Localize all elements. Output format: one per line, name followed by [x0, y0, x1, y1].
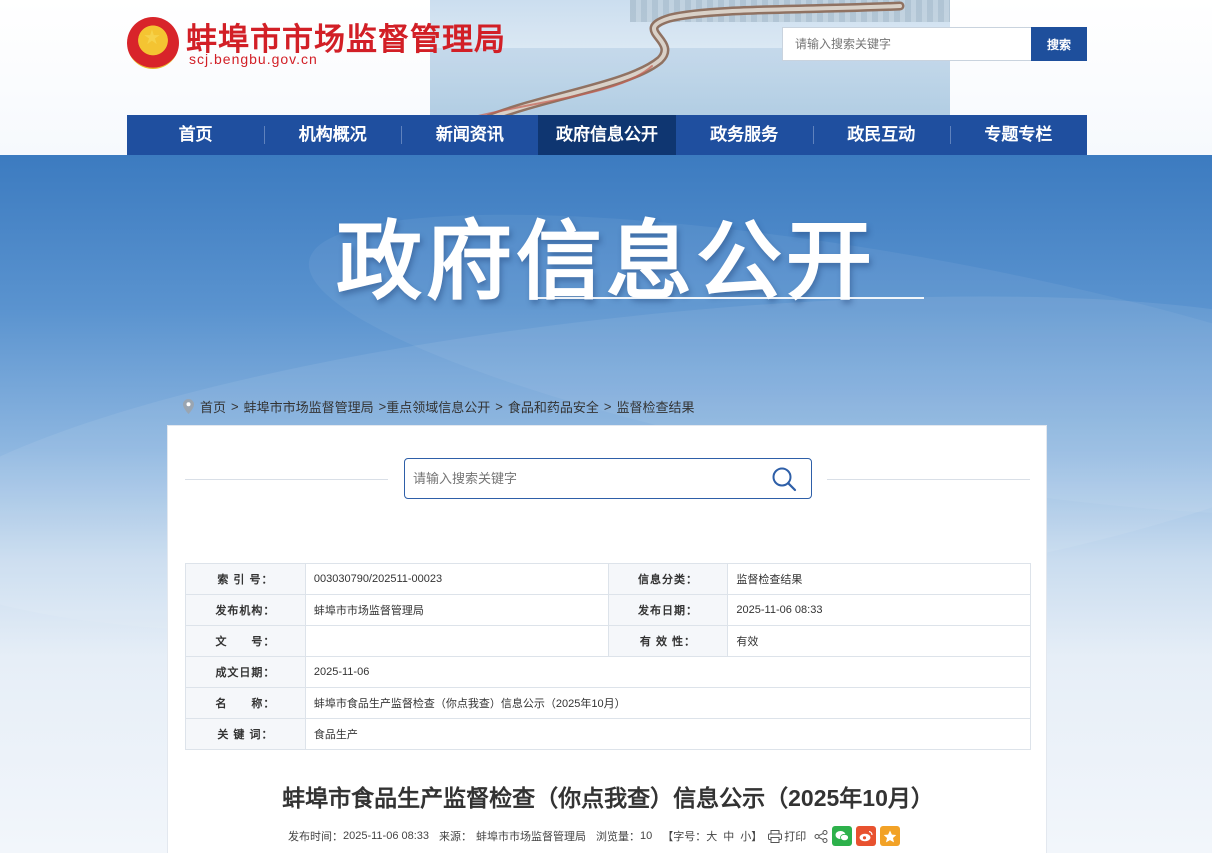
- meta-label-name: 名 称：: [185, 687, 306, 719]
- breadcrumb-item-inspection[interactable]: 监督检查结果: [616, 397, 694, 416]
- meta-label-publisher: 发布机构：: [185, 594, 306, 626]
- table-row: 发布机构： 蚌埠市市场监督管理局 发布日期： 2025-11-06 08:33: [185, 594, 1031, 626]
- meta-value-publisher: 蚌埠市市场监督管理局: [304, 594, 609, 626]
- meta-label-index: 索 引 号：: [185, 563, 306, 595]
- meta-value-validity: 有效: [727, 625, 1031, 657]
- nav-item-topics[interactable]: 专题专栏: [949, 115, 1087, 155]
- breadcrumb: 首页 > 蚌埠市市场监督管理局 > 重点领域信息公开 > 食品和药品安全 > 监…: [183, 397, 694, 416]
- header-search: 搜索: [782, 27, 1087, 61]
- print-icon[interactable]: [768, 829, 783, 843]
- national-emblem-icon: ★: [127, 17, 179, 69]
- nav-item-gov-info[interactable]: 政府信息公开: [538, 115, 676, 155]
- nav-item-services[interactable]: 政务服务: [676, 115, 813, 155]
- views-value: 10: [640, 830, 653, 842]
- nav-item-home[interactable]: 首页: [127, 115, 264, 155]
- breadcrumb-separator: >: [603, 399, 612, 414]
- meta-label-written-date: 成文日期：: [185, 656, 306, 688]
- meta-value-index: 003030790/202511-00023: [304, 563, 609, 595]
- nav-item-interaction[interactable]: 政民互动: [812, 115, 950, 155]
- font-size-large-button[interactable]: 大: [706, 828, 717, 844]
- breadcrumb-item-food-drug[interactable]: 食品和药品安全: [508, 397, 599, 416]
- views-label: 浏览量：: [596, 831, 641, 843]
- nav-item-news[interactable]: 新闻资讯: [401, 115, 538, 155]
- table-row: 关 键 词： 食品生产: [185, 718, 1032, 750]
- font-size-medium-button[interactable]: 中: [723, 828, 734, 844]
- content-search-input[interactable]: [413, 459, 753, 498]
- content-search-row: [168, 458, 1048, 500]
- meta-value-category: 监督检查结果: [727, 563, 1031, 595]
- wechat-share-icon[interactable]: [832, 826, 853, 846]
- publish-time-label: 发布时间：: [288, 831, 343, 843]
- source-value: 蚌埠市市场监督管理局: [476, 831, 587, 843]
- banner-underline: [534, 297, 924, 299]
- breadcrumb-separator: >: [495, 399, 503, 414]
- breadcrumb-separator: >: [378, 399, 387, 414]
- nav-item-organization[interactable]: 机构概况: [264, 115, 401, 155]
- table-row: 索 引 号： 003030790/202511-00023 信息分类： 监督检查…: [185, 563, 1031, 595]
- meta-value-doc-no: [304, 625, 609, 657]
- main-nav: 首页 机构概况 新闻资讯 政府信息公开 政务服务 政民互动 专题专栏: [127, 115, 1087, 155]
- font-size-prefix: 【字号：: [662, 831, 707, 843]
- info-meta-table: 索 引 号： 003030790/202511-00023 信息分类： 监督检查…: [185, 563, 1032, 750]
- meta-value-name: 蚌埠市食品生产监督检查（你点我查）信息公示（2025年10月）: [304, 687, 1032, 719]
- article-title: 蚌埠市食品生产监督检查（你点我查）信息公示（2025年10月）: [282, 785, 934, 811]
- content-search-box: [404, 458, 812, 499]
- meta-label-category: 信息分类：: [607, 563, 729, 595]
- meta-label-validity: 有 效 性：: [607, 625, 729, 657]
- publish-time-value: 2025-11-06 08:33: [343, 830, 430, 842]
- meta-label-keywords: 关 键 词：: [185, 718, 306, 750]
- header-search-input[interactable]: [782, 27, 1031, 61]
- search-icon[interactable]: [771, 466, 797, 492]
- meta-label-doc-no: 文 号：: [185, 625, 306, 657]
- table-row: 成文日期： 2025-11-06: [185, 656, 1032, 688]
- table-row: 名 称： 蚌埠市食品生产监督检查（你点我查）信息公示（2025年10月）: [185, 687, 1032, 719]
- weibo-share-icon[interactable]: [856, 826, 877, 846]
- divider-line: [827, 479, 1030, 480]
- content-panel: 索 引 号： 003030790/202511-00023 信息分类： 监督检查…: [167, 425, 1047, 853]
- divider-line: [185, 479, 388, 480]
- breadcrumb-item-key-areas[interactable]: 重点领域信息公开: [386, 397, 490, 416]
- share-icon[interactable]: [814, 829, 828, 843]
- font-size-suffix: 】: [751, 831, 763, 843]
- site-domain: scj.bengbu.gov.cn: [189, 51, 318, 67]
- breadcrumb-item-home[interactable]: 首页: [200, 397, 226, 416]
- site-header: ★ 蚌埠市市场监督管理局 scj.bengbu.gov.cn 搜索 首页 机构概…: [0, 0, 1212, 155]
- header-search-button[interactable]: 搜索: [1031, 27, 1087, 61]
- source-label: 来源：: [439, 831, 473, 843]
- font-size-small-button[interactable]: 小: [740, 828, 751, 844]
- meta-label-pub-date: 发布日期：: [607, 594, 729, 626]
- meta-value-pub-date: 2025-11-06 08:33: [727, 594, 1031, 626]
- favorite-star-icon[interactable]: [880, 826, 901, 846]
- meta-value-keywords: 食品生产: [304, 718, 1032, 750]
- table-row: 文 号： 有 效 性： 有效: [185, 625, 1031, 657]
- breadcrumb-separator: >: [231, 399, 239, 414]
- meta-value-written-date: 2025-11-06: [304, 656, 1032, 688]
- print-button[interactable]: 打印: [784, 828, 806, 844]
- article-info-bar: 发布时间： 2025-11-06 08:33 来源： 蚌埠市市场监督管理局 浏览…: [288, 826, 901, 846]
- breadcrumb-item-bureau[interactable]: 蚌埠市市场监督管理局: [244, 397, 374, 416]
- location-pin-icon: [183, 399, 194, 414]
